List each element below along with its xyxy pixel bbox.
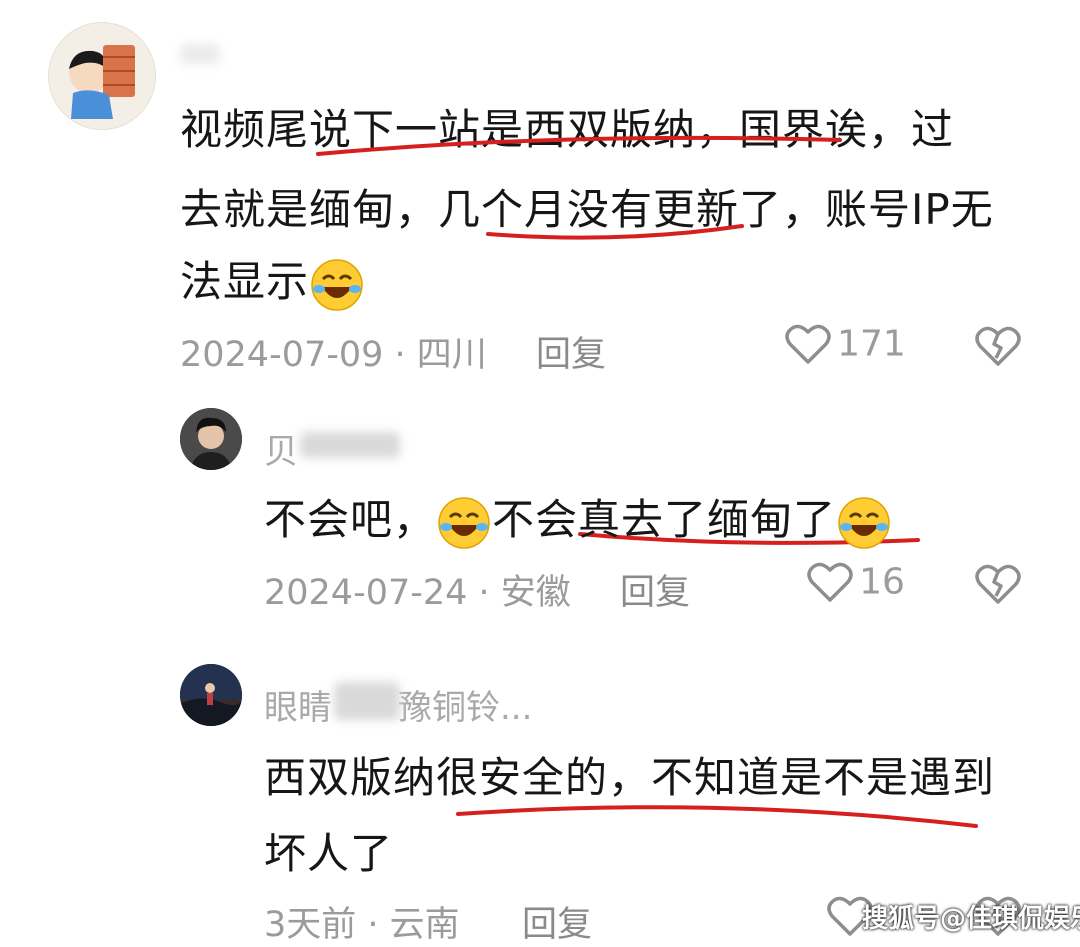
person-photo-icon (180, 408, 242, 470)
comment-date-location: 2024-07-09 · 四川 (180, 335, 487, 375)
reply-button[interactable]: 回复 (522, 896, 592, 947)
username-part: 豫铜铃... (398, 688, 533, 728)
username-part: 眼睛 (264, 688, 332, 728)
like-button[interactable]: 16 (806, 560, 905, 604)
broken-heart-icon[interactable] (974, 562, 1022, 606)
username-redacted (334, 682, 400, 720)
like-count: 16 (859, 561, 905, 603)
heart-outline-icon (807, 562, 853, 602)
watermark: 搜狐号@佳琪侃娱乐 (862, 904, 1080, 934)
rofl-emoji-icon (438, 496, 490, 549)
comment-text-segment: 不会吧， (264, 495, 437, 544)
comment-date-location: 2024-07-24 · 安徽 (264, 573, 571, 613)
broken-heart-icon[interactable] (974, 324, 1022, 368)
avatar[interactable] (180, 664, 242, 726)
reply-button[interactable]: 回复 (620, 564, 690, 615)
avatar[interactable] (180, 408, 242, 470)
comment-text-segment: 不会真去了缅甸了 (492, 495, 837, 544)
rofl-emoji-icon (838, 496, 890, 549)
heart-outline-icon (785, 324, 831, 364)
username[interactable]: 贝 (264, 424, 298, 473)
night-scene-photo-icon (180, 664, 242, 726)
like-button[interactable]: 171 (784, 322, 906, 366)
like-count: 171 (837, 323, 906, 365)
comment-text-line: 坏人了 (264, 829, 394, 878)
comment-text-line: 不会吧， 不会真去了缅甸了 (264, 486, 892, 551)
username-redacted (300, 432, 400, 458)
comment-date-location: 3天前 · 云南 (264, 905, 460, 945)
reply-button[interactable]: 回复 (536, 326, 606, 377)
comment-text-line: 西双版纳很安全的，不知道是不是遇到 (264, 753, 996, 802)
